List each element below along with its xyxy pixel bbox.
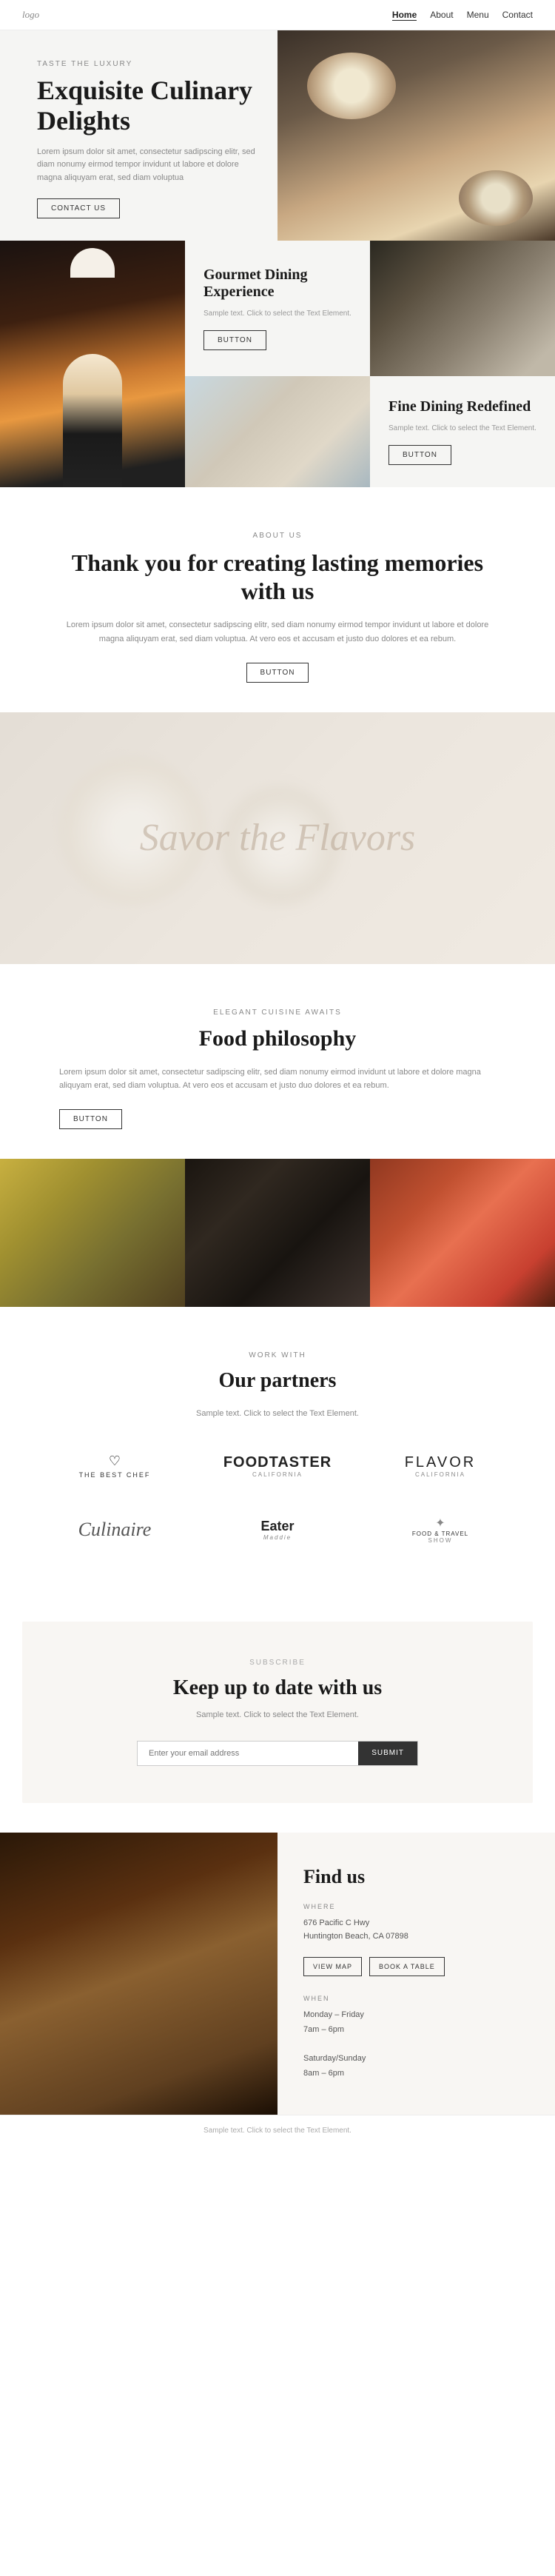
nav-about[interactable]: About: [430, 10, 453, 21]
chef-hat-shape: [70, 248, 115, 278]
hero-text: TASTE THE LUXURY Exquisite Culinary Deli…: [0, 30, 278, 241]
food-travel-sub: SHOW: [428, 1537, 453, 1544]
partner-best-chef-name: THE BEST CHEF: [79, 1471, 151, 1479]
food-plate-decoration-1: [307, 53, 396, 119]
nav-menu[interactable]: Menu: [467, 10, 489, 21]
philosophy-desc: Lorem ipsum dolor sit amet, consectetur …: [59, 1065, 496, 1093]
eater-sub: Maddie: [263, 1534, 292, 1541]
fine-dining-button[interactable]: BUTTON: [388, 445, 451, 465]
submit-button[interactable]: SUBMIT: [358, 1742, 417, 1765]
foodtaster-text: FOODTASTER: [223, 1454, 332, 1471]
foodtaster-sub: CALIFORNIA: [252, 1471, 303, 1478]
hero-desc: Lorem ipsum dolor sit amet, consectetur …: [37, 146, 255, 185]
navbar: logo Home About Menu Contact: [0, 0, 555, 30]
partner-culinaire: Culinaire: [37, 1508, 192, 1552]
book-table-button[interactable]: BOOK A TABLE: [369, 1957, 445, 1976]
footer-text: Sample text. Click to select the Text El…: [22, 2127, 533, 2135]
nav-home[interactable]: Home: [392, 10, 417, 21]
flavor-sub: CALIFORNIA: [415, 1471, 465, 1478]
chef-body-shape: [63, 354, 122, 487]
food-image: [185, 376, 370, 487]
gourmet-desc: Sample text. Click to select the Text El…: [204, 308, 352, 319]
hero-title: Exquisite Culinary Delights: [37, 76, 255, 137]
food-images-grid: [0, 1159, 555, 1307]
partner-eater: Eater Maddie: [200, 1508, 355, 1552]
footer: Sample text. Click to select the Text El…: [0, 2115, 555, 2146]
hours-weekday: Monday – Friday: [303, 2010, 364, 2019]
blurred-food-section: Savor the Flavors: [0, 712, 555, 964]
hero-section: TASTE THE LUXURY Exquisite Culinary Deli…: [0, 30, 555, 241]
subscribe-title: Keep up to date with us: [52, 1676, 503, 1701]
gourmet-text: Gourmet Dining Experience Sample text. C…: [185, 241, 370, 376]
chef-image: [0, 241, 185, 487]
about-label: ABOUT US: [59, 532, 496, 540]
partners-label: WORK WITH: [37, 1351, 518, 1359]
logo: logo: [22, 9, 39, 21]
chef-icon: ♡: [109, 1453, 121, 1469]
food-image-1: [0, 1159, 185, 1307]
about-section: ABOUT US Thank you for creating lasting …: [0, 487, 555, 712]
partner-food-travel: ✦ FOOD & TRAVEL SHOW: [363, 1505, 518, 1555]
subscribe-desc: Sample text. Click to select the Text El…: [52, 1708, 503, 1722]
partner-flavor: FLAVOR CALIFORNIA: [363, 1443, 518, 1489]
eater-text: Eater: [260, 1519, 294, 1534]
gourmet-title: Gourmet Dining Experience: [204, 267, 352, 301]
partner-best-chef: ♡ THE BEST CHEF: [37, 1442, 192, 1490]
nav-contact[interactable]: Contact: [502, 10, 533, 21]
view-map-button[interactable]: VIEW MAP: [303, 1957, 362, 1976]
hours-weekday-time: 7am – 6pm: [303, 2025, 344, 2034]
fine-dining-desc: Sample text. Click to select the Text El…: [388, 423, 536, 434]
fine-dining-text: Fine Dining Redefined Sample text. Click…: [370, 376, 555, 487]
hours-weekend: Saturday/Sunday: [303, 2054, 366, 2063]
philosophy-title: Food philosophy: [59, 1026, 496, 1052]
partners-title: Our partners: [37, 1368, 518, 1394]
hero-image: [278, 30, 555, 241]
about-desc: Lorem ipsum dolor sit amet, consectetur …: [59, 618, 496, 646]
address-line-2: Huntington Beach, CA 07898: [303, 1932, 408, 1941]
flavor-text: FLAVOR: [405, 1454, 477, 1471]
dishes-image: [370, 241, 555, 376]
find-us-when-label: WHEN: [303, 1995, 529, 2002]
hero-cta-button[interactable]: CONTACT US: [37, 198, 120, 218]
email-input[interactable]: [138, 1742, 358, 1765]
philosophy-button[interactable]: BUTTON: [59, 1109, 122, 1129]
partners-logo-grid: ♡ THE BEST CHEF FOODTASTER CALIFORNIA FL…: [37, 1442, 518, 1555]
find-us-where-label: WHERE: [303, 1903, 529, 1910]
food-travel-text: FOOD & TRAVEL: [412, 1530, 468, 1537]
blurred-text: Savor the Flavors: [140, 817, 416, 859]
blurred-overlay: Savor the Flavors: [0, 712, 555, 964]
food-travel-icon: ✦: [435, 1516, 445, 1530]
partners-desc: Sample text. Click to select the Text El…: [37, 1407, 518, 1421]
find-us-title: Find us: [303, 1866, 529, 1888]
find-us-text: Find us WHERE 676 Pacific C Hwy Huntingt…: [278, 1833, 555, 2115]
find-us-hours: Monday – Friday 7am – 6pm Saturday/Sunda…: [303, 2008, 529, 2081]
partners-section: WORK WITH Our partners Sample text. Clic…: [0, 1307, 555, 1592]
food-image-3: [370, 1159, 555, 1307]
find-us-section: Find us WHERE 676 Pacific C Hwy Huntingt…: [0, 1833, 555, 2115]
about-title: Thank you for creating lasting memories …: [59, 549, 496, 606]
food-image-2: [185, 1159, 370, 1307]
dining-grid: Gourmet Dining Experience Sample text. C…: [0, 241, 555, 487]
food-plate-decoration-2: [459, 170, 533, 226]
partner-foodtaster: FOODTASTER CALIFORNIA: [200, 1443, 355, 1489]
hero-tagline: TASTE THE LUXURY: [37, 60, 255, 68]
find-us-address: 676 Pacific C Hwy Huntington Beach, CA 0…: [303, 1916, 529, 1944]
fine-dining-title: Fine Dining Redefined: [388, 398, 536, 415]
subscribe-label: SUBSCRIBE: [52, 1659, 503, 1667]
philosophy-label: ELEGANT CUISINE AWAITS: [59, 1008, 496, 1017]
subscribe-section: SUBSCRIBE Keep up to date with us Sample…: [22, 1622, 533, 1802]
culinaire-text: Culinaire: [78, 1519, 152, 1541]
gourmet-button[interactable]: BUTTON: [204, 330, 266, 350]
address-line-1: 676 Pacific C Hwy: [303, 1918, 369, 1927]
find-us-image: [0, 1833, 278, 2115]
nav-links: Home About Menu Contact: [392, 10, 533, 21]
map-table-buttons: VIEW MAP BOOK A TABLE: [303, 1957, 529, 1976]
about-button[interactable]: BUTTON: [246, 663, 309, 683]
hours-weekend-time: 8am – 6pm: [303, 2069, 344, 2078]
philosophy-section: ELEGANT CUISINE AWAITS Food philosophy L…: [0, 964, 555, 1159]
email-form: SUBMIT: [137, 1741, 418, 1766]
